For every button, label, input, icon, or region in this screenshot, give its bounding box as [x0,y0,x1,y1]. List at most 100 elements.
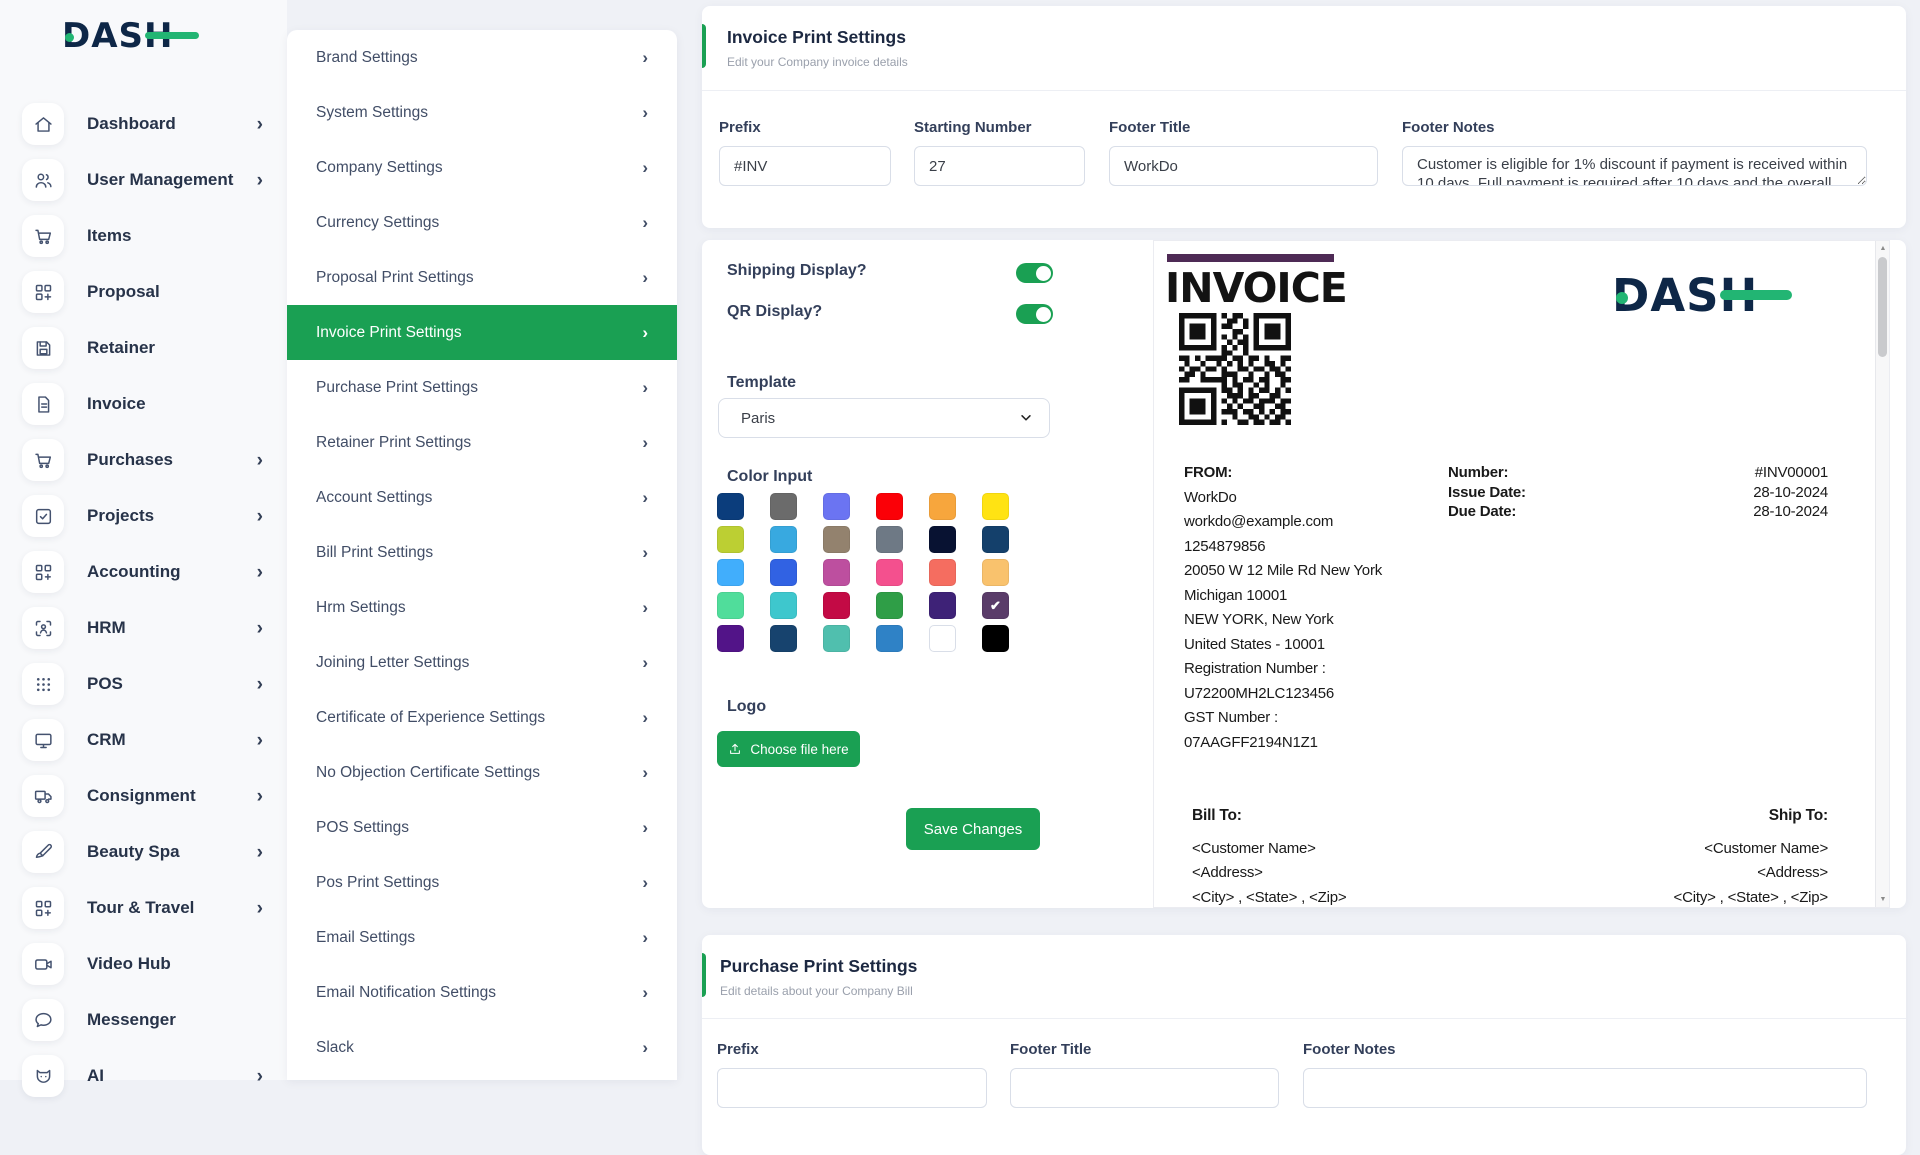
settings-item-label: System Settings [316,104,428,122]
sidebar-item-hrm[interactable]: HRM› [0,600,287,656]
color-swatch-ffffff[interactable] [929,625,956,652]
chevron-right-icon: › [642,324,648,341]
color-swatch-521488[interactable] [717,625,744,652]
settings-item-retainer-print-settings[interactable]: Retainer Print Settings› [287,415,677,470]
color-swatch-f56d60[interactable] [929,559,956,586]
prefix-input[interactable] [719,146,891,186]
settings-item-email-settings[interactable]: Email Settings› [287,910,677,965]
settings-item-currency-settings[interactable]: Currency Settings› [287,195,677,250]
color-swatch-ffe313[interactable] [982,493,1009,520]
sidebar-item-pos[interactable]: POS› [0,656,287,712]
document-icon [22,383,64,425]
settings-item-certificate-of-experience-settings[interactable]: Certificate of Experience Settings› [287,690,677,745]
preview-meta-block: Number:#INV00001Issue Date:28-10-2024Due… [1448,463,1828,522]
truck-icon [22,775,64,817]
color-swatch-50bfae[interactable] [823,625,850,652]
color-swatch-17436e[interactable] [770,625,797,652]
color-swatch-38a9e0[interactable] [770,526,797,553]
sidebar-item-beauty-spa[interactable]: Beauty Spa› [0,824,287,880]
settings-item-account-settings[interactable]: Account Settings› [287,470,677,525]
sidebar-item-dashboard[interactable]: Dashboard› [0,96,287,152]
settings-item-label: Account Settings [316,489,432,507]
starting-number-input[interactable] [914,146,1085,186]
from-line: U72200MH2LC123456 [1184,682,1382,707]
settings-item-no-objection-certificate-settings[interactable]: No Objection Certificate Settings› [287,745,677,800]
color-swatch-081232[interactable] [929,526,956,553]
color-swatch-6e7985[interactable] [876,526,903,553]
color-swatch-50dd9b[interactable] [717,592,744,619]
settings-item-proposal-print-settings[interactable]: Proposal Print Settings› [287,250,677,305]
color-swatch-3e2277[interactable] [929,592,956,619]
sidebar-item-invoice[interactable]: Invoice [0,376,287,432]
scan-user-icon [22,607,64,649]
color-swatch-f4508e[interactable] [876,559,903,586]
color-swatch-000000[interactable] [982,625,1009,652]
purchase-prefix-input[interactable] [717,1068,987,1108]
settings-item-system-settings[interactable]: System Settings› [287,85,677,140]
color-swatch-fb0007[interactable] [876,493,903,520]
qr-display-toggle[interactable] [1016,304,1053,324]
scroll-down-icon[interactable]: ▼ [1876,896,1890,903]
color-swatch-5a3c69-selected[interactable]: ✔ [982,592,1009,619]
color-swatch-bd4f9f[interactable] [823,559,850,586]
color-swatch-6b74f2[interactable] [823,493,850,520]
chevron-right-icon: › [642,819,648,836]
sidebar-item-retainer[interactable]: Retainer [0,320,287,376]
color-swatch-3162e3[interactable] [770,559,797,586]
color-swatch-14406b[interactable] [982,526,1009,553]
shipping-display-toggle[interactable] [1016,263,1053,283]
sidebar-item-video-hub[interactable]: Video Hub [0,936,287,992]
color-swatch-bccf33[interactable] [717,526,744,553]
settings-item-email-notification-settings[interactable]: Email Notification Settings› [287,965,677,1020]
sidebar-item-crm[interactable]: CRM› [0,712,287,768]
color-swatch-2f82c6[interactable] [876,625,903,652]
chevron-right-icon: › [257,451,263,470]
color-swatch-0b3d7c[interactable] [717,493,744,520]
settings-item-hrm-settings[interactable]: Hrm Settings› [287,580,677,635]
save-changes-button[interactable]: Save Changes [906,808,1040,850]
sidebar-item-proposal[interactable]: Proposal [0,264,287,320]
preview-scrollbar[interactable]: ▲ ▼ [1875,241,1889,907]
accent-bar [702,24,706,68]
color-swatch-f7a63d[interactable] [929,493,956,520]
settings-item-slack[interactable]: Slack› [287,1020,677,1075]
settings-item-pos-print-settings[interactable]: Pos Print Settings› [287,855,677,910]
sidebar-item-items[interactable]: Items [0,208,287,264]
meta-row: Issue Date:28-10-2024 [1448,483,1828,503]
monitor-icon [22,719,64,761]
color-swatch-f9c26d[interactable] [982,559,1009,586]
settings-item-joining-letter-settings[interactable]: Joining Letter Settings› [287,635,677,690]
purchase-footer-title-input[interactable] [1010,1068,1279,1108]
footer-title-input[interactable] [1109,146,1378,186]
sidebar-item-purchases[interactable]: Purchases› [0,432,287,488]
sidebar-item-projects[interactable]: Projects› [0,488,287,544]
color-swatch-41aefc[interactable] [717,559,744,586]
settings-item-brand-settings[interactable]: Brand Settings› [287,30,677,85]
purchase-footer-notes-input[interactable] [1303,1068,1867,1108]
choose-file-button[interactable]: Choose file here [717,731,860,767]
color-swatch-93826e[interactable] [823,526,850,553]
scroll-up-icon[interactable]: ▲ [1876,245,1890,252]
from-line: workdo@example.com [1184,510,1382,535]
sidebar-item-ai[interactable]: AI› [0,1048,287,1104]
color-swatch-c30a45[interactable] [823,592,850,619]
sidebar-item-user-management[interactable]: User Management› [0,152,287,208]
footer-notes-textarea[interactable]: Customer is eligible for 1% discount if … [1402,146,1867,186]
settings-item-pos-settings[interactable]: POS Settings› [287,800,677,855]
template-select[interactable]: Paris [718,398,1050,438]
settings-item-purchase-print-settings[interactable]: Purchase Print Settings› [287,360,677,415]
color-swatch-2f9e47[interactable] [876,592,903,619]
sidebar-item-consignment[interactable]: Consignment› [0,768,287,824]
settings-item-label: Email Settings [316,929,415,947]
sidebar-item-messenger[interactable]: Messenger [0,992,287,1048]
settings-item-label: No Objection Certificate Settings [316,764,540,782]
sidebar-item-tour-travel[interactable]: Tour & Travel› [0,880,287,936]
sidebar-item-accounting[interactable]: Accounting› [0,544,287,600]
scrollbar-thumb[interactable] [1878,257,1887,357]
settings-item-bill-print-settings[interactable]: Bill Print Settings› [287,525,677,580]
dash-logo[interactable]: DASH [62,16,173,56]
color-swatch-6b6b6b[interactable] [770,493,797,520]
color-swatch-3ec7cd[interactable] [770,592,797,619]
settings-item-invoice-print-settings[interactable]: Invoice Print Settings› [287,305,677,360]
settings-item-company-settings[interactable]: Company Settings› [287,140,677,195]
